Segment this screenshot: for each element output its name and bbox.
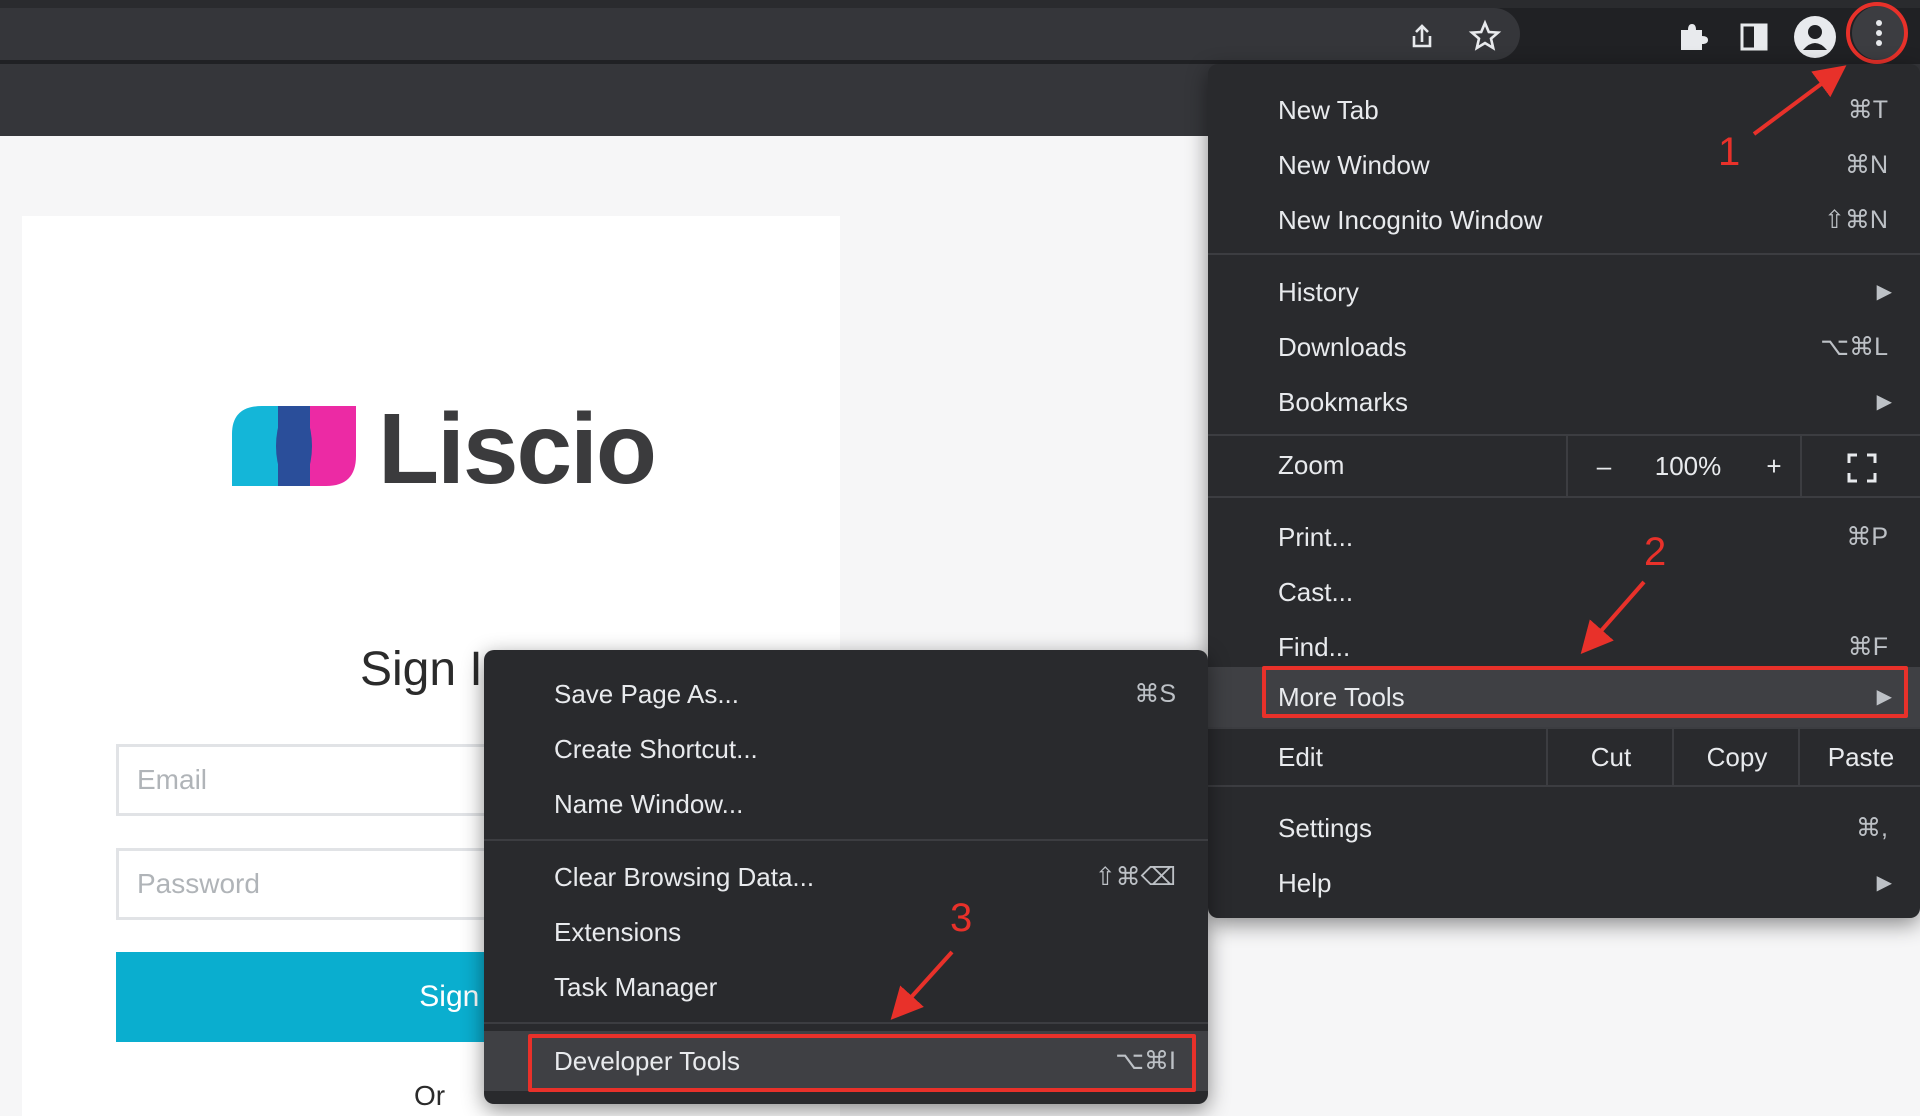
annotation-arrow-2 <box>1580 580 1646 655</box>
annotation-arrow-1 <box>1752 65 1847 136</box>
annotation-number-3: 3 <box>950 896 973 940</box>
annotation-arrow-3 <box>890 950 954 1020</box>
annotation-number-1: 1 <box>1718 130 1741 174</box>
annotation-arrows <box>890 65 1847 1020</box>
annotation-number-2: 2 <box>1644 530 1667 574</box>
